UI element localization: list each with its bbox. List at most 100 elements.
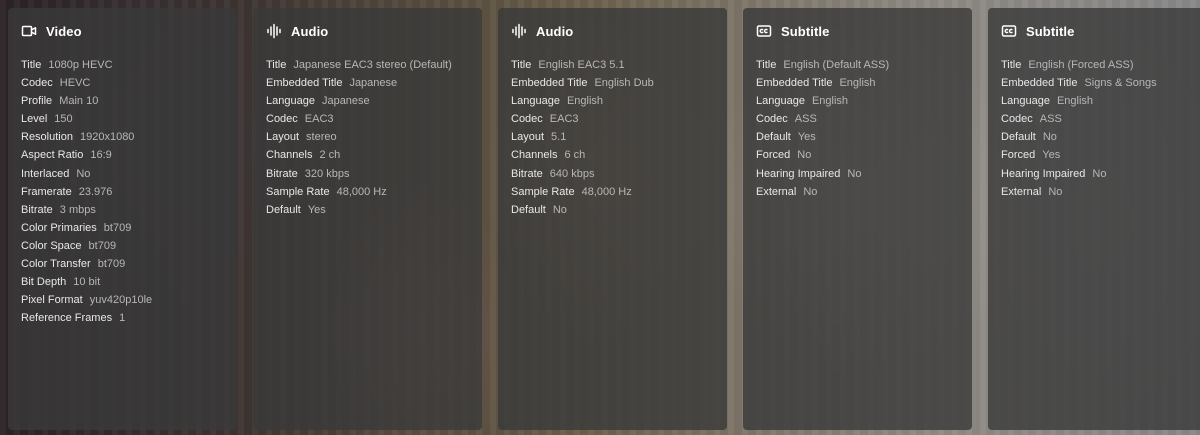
property-row: Default No <box>1001 128 1200 146</box>
property-value: English EAC3 5.1 <box>538 59 625 71</box>
property-label: Color Primaries <box>21 221 97 234</box>
property-label: Color Transfer <box>21 258 91 271</box>
property-label: Default <box>756 131 791 144</box>
closed-caption-icon <box>756 23 772 39</box>
property-row: Interlaced No <box>21 165 225 183</box>
property-row: Bitrate 3 mbps <box>21 201 225 219</box>
property-row: Language English <box>1001 92 1200 110</box>
panel-header: Audio <box>511 22 715 40</box>
property-row: Codec ASS <box>756 110 960 128</box>
property-label: Layout <box>511 131 545 144</box>
property-value: 150 <box>54 113 73 126</box>
property-row: Sample Rate 48,000 Hz <box>511 183 715 201</box>
property-value: Main 10 <box>59 95 99 108</box>
property-value: 1 <box>119 312 126 325</box>
property-label: Default <box>511 203 546 216</box>
property-value: 16:9 <box>90 149 112 162</box>
closed-caption-icon <box>1001 23 1017 39</box>
property-value: 640 kbps <box>549 167 595 180</box>
property-label: Framerate <box>21 185 72 198</box>
property-value: ASS <box>794 113 817 126</box>
property-value: No <box>1092 167 1107 180</box>
property-label: Codec <box>756 113 788 126</box>
property-row: External No <box>756 183 960 201</box>
panel-header: Subtitle <box>756 22 960 40</box>
property-value: 6 ch <box>564 149 586 162</box>
stream-panel-subtitle: Subtitle Title English (Default ASS) Embedd… <box>743 8 972 430</box>
property-label: Profile <box>21 95 53 108</box>
property-row: Codec HEVC <box>21 74 225 92</box>
property-value: 5.1 <box>551 131 567 144</box>
property-label: Title <box>21 59 42 71</box>
property-row: Pixel Format yuv420p10le <box>21 291 225 309</box>
property-label: Language <box>1001 95 1050 108</box>
media-info-overlay: Video Title 1080p HEVC Codec HEVC Profile Main… <box>0 0 1200 435</box>
property-value: 10 bit <box>73 276 101 289</box>
property-label: Embedded Title <box>756 77 833 90</box>
property-label: Bitrate <box>21 203 53 216</box>
property-row: Hearing Impaired No <box>756 165 960 183</box>
property-row: Title English (Default ASS) <box>756 56 960 74</box>
property-label: Embedded Title <box>266 77 343 90</box>
property-row: Bitrate 640 kbps <box>511 165 715 183</box>
property-row: Codec EAC3 <box>511 110 715 128</box>
property-row: Layout stereo <box>266 128 470 146</box>
stream-panel-audio: Audio Title English EAC3 5.1 Embedded Title… <box>498 8 727 430</box>
property-label: Hearing Impaired <box>1001 167 1086 180</box>
property-row: Codec EAC3 <box>266 110 470 128</box>
property-label: Title <box>1001 59 1022 71</box>
property-row: Default Yes <box>266 201 470 219</box>
property-row: Title English (Forced ASS) <box>1001 56 1200 74</box>
property-row: Embedded Title English <box>756 74 960 92</box>
property-value: No <box>1048 185 1063 198</box>
property-value: English <box>839 77 876 90</box>
property-label: Forced <box>1001 149 1036 162</box>
property-value: Signs & Songs <box>1084 77 1157 90</box>
property-label: Bitrate <box>511 167 543 180</box>
property-list: Title English EAC3 5.1 Embedded Title Engli… <box>511 56 715 219</box>
property-label: Title <box>756 59 777 71</box>
property-row: Title English EAC3 5.1 <box>511 56 715 74</box>
property-value: Yes <box>307 203 326 216</box>
panel-title: Video <box>46 23 82 39</box>
property-row: Codec ASS <box>1001 110 1200 128</box>
property-label: Title <box>266 59 287 71</box>
property-value: bt709 <box>88 239 117 252</box>
property-label: Codec <box>511 113 543 126</box>
property-row: Color Space bt709 <box>21 237 225 255</box>
property-row: Color Transfer bt709 <box>21 255 225 273</box>
property-row: Title 1080p HEVC <box>21 56 225 74</box>
video-camera-icon <box>21 23 37 39</box>
stream-panel-subtitle: Subtitle Title English (Forced ASS) Embedde… <box>988 8 1200 430</box>
property-row: Default Yes <box>756 128 960 146</box>
property-row: Embedded Title Signs & Songs <box>1001 74 1200 92</box>
property-row: Profile Main 10 <box>21 92 225 110</box>
property-value: No <box>797 149 812 162</box>
panel-header: Audio <box>266 22 470 40</box>
panel-title: Subtitle <box>781 23 830 39</box>
property-row: External No <box>1001 183 1200 201</box>
property-value: English Dub <box>594 77 654 90</box>
property-label: Forced <box>756 149 791 162</box>
property-label: External <box>1001 185 1042 198</box>
property-row: Sample Rate 48,000 Hz <box>266 183 470 201</box>
property-value: English <box>811 95 849 108</box>
property-value: 23.976 <box>78 185 113 198</box>
property-label: Sample Rate <box>511 185 575 198</box>
property-row: Embedded Title Japanese <box>266 74 470 92</box>
property-row: Color Primaries bt709 <box>21 219 225 237</box>
property-label: Codec <box>1001 113 1033 126</box>
panel-header: Video <box>21 22 225 40</box>
property-label: Aspect Ratio <box>21 149 84 162</box>
property-value: bt709 <box>97 258 126 271</box>
property-label: Codec <box>266 113 298 126</box>
property-list: Title English (Default ASS) Embedded Title… <box>756 56 960 201</box>
property-value: Yes <box>1042 149 1061 162</box>
property-value: No <box>1042 131 1057 144</box>
property-label: Sample Rate <box>266 185 330 198</box>
property-row: Resolution 1920x1080 <box>21 128 225 146</box>
property-row: Embedded Title English Dub <box>511 74 715 92</box>
property-value: 1080p HEVC <box>48 59 113 71</box>
property-label: Color Space <box>21 239 82 252</box>
property-label: Embedded Title <box>511 77 588 90</box>
